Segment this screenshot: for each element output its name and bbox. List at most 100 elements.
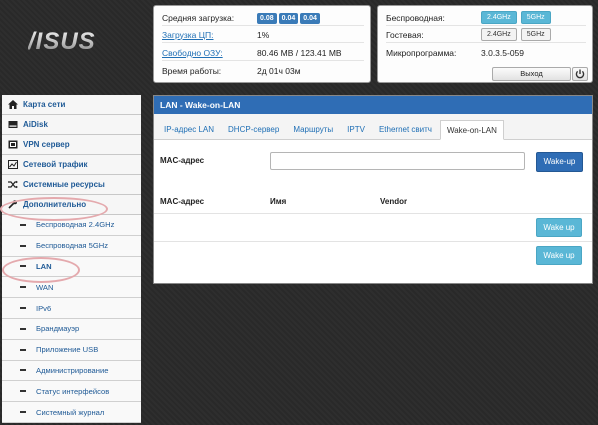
dash-icon	[20, 244, 26, 247]
dash-icon	[20, 327, 26, 330]
cpu-usage-row: Загрузка ЦП: 1%	[162, 27, 364, 43]
dash-icon	[20, 348, 26, 351]
asus-logo: /ISUS	[27, 28, 120, 55]
tab-wake-on-lan[interactable]: Wake-on-LAN	[439, 120, 504, 140]
dash-icon	[20, 390, 26, 393]
sidebar-item-label: VPN сервер	[23, 140, 70, 149]
guest-5g-button[interactable]: 5GHz	[520, 28, 551, 41]
sidebar-subitem-label: IPv6	[36, 303, 52, 313]
reboot-button[interactable]	[572, 67, 588, 81]
uptime-value: 2д 01ч 03м	[257, 66, 301, 76]
sidebar-subitem-interface-status[interactable]: Статус интерфейсов	[2, 381, 141, 403]
svg-text:/ISUS: /ISUS	[28, 28, 96, 54]
traffic-icon	[7, 160, 19, 170]
table-row: Wake up	[154, 242, 592, 270]
table-row: Wake up	[154, 214, 592, 242]
mac-address-input[interactable]	[270, 152, 525, 170]
logout-button[interactable]: Выход	[492, 67, 571, 81]
shuffle-icon	[7, 180, 19, 190]
system-status-panel: Средняя загрузка: 0.08 0.04 0.04 Загрузка …	[153, 5, 371, 83]
main-panel: LAN - Wake-on-LAN IP-адрес LAN DHCP-серв…	[153, 95, 593, 284]
firmware-link[interactable]: 3.0.3.5-059	[481, 48, 524, 58]
sidebar-item-advanced[interactable]: Дополнительно	[2, 195, 141, 215]
load-15min: 0.04	[300, 12, 320, 24]
sidebar-subitem-label: Брандмауэр	[36, 324, 80, 334]
cpu-usage-value: 1%	[257, 29, 270, 40]
sidebar-subitem-usb-apps[interactable]: Приложение USB	[2, 339, 141, 361]
sidebar-subitem-lan[interactable]: LAN	[2, 256, 141, 278]
sidebar-item-label: Карта сети	[23, 100, 66, 109]
sidebar-item-label: Дополнительно	[23, 200, 87, 209]
sidebar-subitem-ipv6[interactable]: IPv6	[2, 298, 141, 319]
dash-icon	[20, 223, 26, 226]
cpu-load-row: Средняя загрузка: 0.08 0.04 0.04	[162, 10, 364, 26]
sidebar-subitem-label: Администрирование	[36, 365, 109, 375]
row-wake-up-button[interactable]: Wake up	[536, 218, 582, 237]
row-wake-up-button[interactable]: Wake up	[536, 246, 582, 265]
load-1min: 0.08	[257, 12, 277, 24]
dash-icon	[20, 265, 26, 268]
tab-bar: IP-адрес LAN DHCP-сервер Маршруты IPTV E…	[154, 114, 592, 140]
power-icon	[573, 69, 587, 82]
page-title: LAN - Wake-on-LAN	[154, 96, 592, 114]
tab-dhcp-server[interactable]: DHCP-сервер	[222, 119, 285, 139]
dash-icon	[20, 369, 26, 372]
sidebar-subitem-wireless-5[interactable]: Беспроводная 5GHz	[2, 235, 141, 257]
sidebar-subitem-label: Статус интерфейсов	[36, 386, 110, 396]
ram-value: 80.46 MB / 123.41 MB	[257, 47, 342, 58]
wireless-5g-button[interactable]: 5GHz	[520, 11, 551, 24]
dash-icon	[20, 307, 26, 310]
mac-input-row: MAC-адрес Wake-up	[154, 146, 592, 178]
tab-iptv[interactable]: IPTV	[341, 119, 371, 139]
sidebar-item-network-map[interactable]: Карта сети	[2, 95, 141, 115]
tab-lan-ip[interactable]: IP-адрес LAN	[158, 119, 220, 139]
sidebar: Карта сети AiDisk VPN сервер Сетевой тра…	[2, 95, 141, 425]
sidebar-subitem-system-log[interactable]: Системный журнал	[2, 402, 141, 423]
cpu-load-values: 0.08 0.04 0.04	[257, 12, 322, 24]
sidebar-subitem-label: Приложение USB	[36, 345, 99, 355]
sidebar-subitem-firewall[interactable]: Брандмауэр	[2, 318, 141, 340]
sidebar-subitem-label: Системный журнал	[36, 407, 105, 417]
sidebar-subitem-wan[interactable]: WAN	[2, 277, 141, 299]
firmware-label: Микропрограмма:	[386, 48, 457, 58]
sidebar-item-label: Системные ресурсы	[23, 180, 105, 189]
dash-icon	[20, 411, 26, 414]
mac-label: MAC-адрес	[160, 156, 205, 165]
sidebar-subitem-wireless-24[interactable]: Беспроводная 2.4GHz	[2, 215, 141, 236]
wireless-2g-button[interactable]: 2.4GHz	[481, 11, 517, 24]
column-name: Имя	[270, 197, 287, 206]
column-vendor: Vendor	[380, 197, 408, 206]
wake-up-button[interactable]: Wake-up	[536, 152, 583, 172]
tab-ethernet-switch[interactable]: Ethernet свитч	[373, 119, 438, 139]
tab-routes[interactable]: Маршруты	[287, 119, 339, 139]
sidebar-item-label: Сетевой трафик	[23, 160, 88, 169]
cpu-usage-link[interactable]: Загрузка ЦП:	[162, 30, 257, 40]
guest-row: Гостевая: 2.4GHz 5GHz	[386, 27, 586, 43]
sidebar-subitem-administration[interactable]: Администрирование	[2, 360, 141, 382]
cpu-load-label: Средняя загрузка:	[162, 12, 235, 23]
wireless-label: Беспроводная:	[386, 12, 445, 23]
ram-row: Свободно ОЗУ: 80.46 MB / 123.41 MB	[162, 45, 364, 61]
uptime-label: Время работы:	[162, 66, 222, 76]
disk-icon	[7, 120, 19, 130]
sidebar-item-system-resources[interactable]: Системные ресурсы	[2, 175, 141, 195]
sidebar-subitem-label: Беспроводная 5GHz	[36, 241, 109, 251]
uptime-row: Время работы: 2д 01ч 03м	[162, 63, 364, 79]
sidebar-item-aidisk[interactable]: AiDisk	[2, 115, 141, 135]
vpn-icon	[7, 140, 19, 150]
sidebar-subitem-label: Беспроводная 2.4GHz	[36, 220, 115, 230]
load-5min: 0.04	[278, 12, 299, 24]
sidebar-subitem-label: WAN	[36, 282, 54, 292]
table-header: MAC-адрес Имя Vendor	[154, 192, 592, 214]
wireless-row: Беспроводная: 2.4GHz 5GHz	[386, 10, 586, 26]
network-status-panel: Беспроводная: 2.4GHz 5GHz Гостевая: 2.4G…	[377, 5, 593, 83]
guest-label: Гостевая:	[386, 29, 424, 40]
sidebar-subitem-label: LAN	[36, 261, 52, 271]
firmware-row: Микропрограмма: 3.0.3.5-059	[386, 45, 586, 61]
dash-icon	[20, 286, 26, 289]
sidebar-item-traffic[interactable]: Сетевой трафик	[2, 155, 141, 175]
column-mac: MAC-адрес	[160, 197, 205, 206]
sidebar-item-vpn[interactable]: VPN сервер	[2, 135, 141, 155]
guest-2g-button[interactable]: 2.4GHz	[481, 28, 517, 41]
ram-link[interactable]: Свободно ОЗУ:	[162, 48, 257, 58]
